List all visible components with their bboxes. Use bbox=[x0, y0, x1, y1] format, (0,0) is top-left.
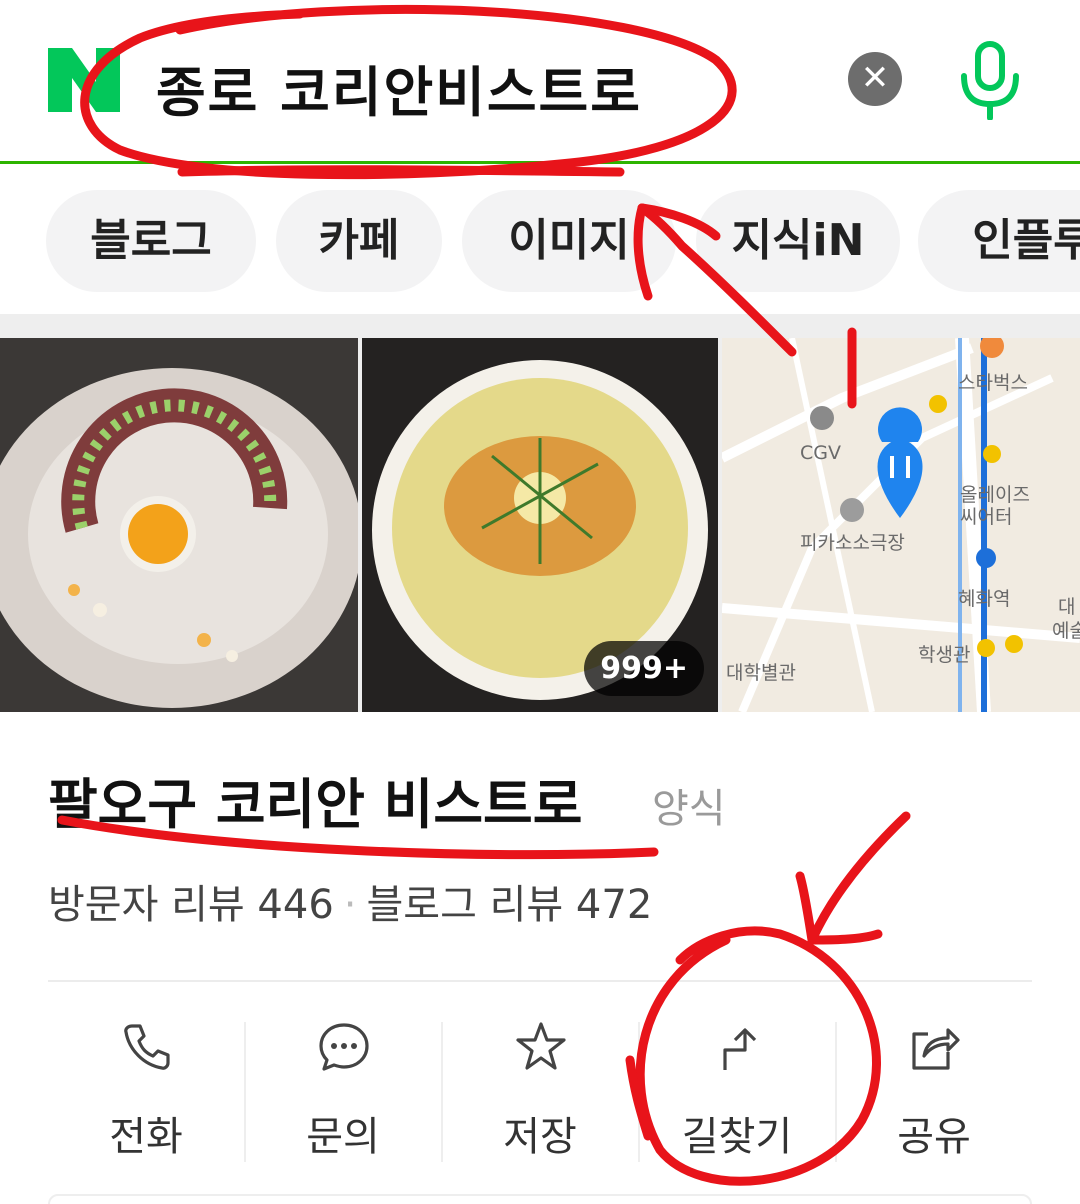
place-media-strip: 999+ 스타벅스 CGV 올레이즈 씨어터 피카소소극장 혜화역 학생관 대학… bbox=[0, 314, 1080, 712]
directions-arrow-icon bbox=[723, 1028, 757, 1070]
section-divider bbox=[48, 980, 1032, 982]
map-label-hyehwa-station: 혜화역 bbox=[958, 588, 1011, 610]
call-label: 전화 bbox=[109, 1114, 183, 1160]
inquiry-label: 문의 bbox=[306, 1114, 380, 1160]
place-category: 양식 bbox=[652, 786, 726, 832]
star-icon bbox=[516, 1022, 566, 1070]
tab-blog[interactable]: 블로그 bbox=[46, 190, 256, 292]
place-map-thumbnail[interactable]: 스타벅스 CGV 올레이즈 씨어터 피카소소극장 혜화역 학생관 대학별관 대 … bbox=[722, 338, 1080, 712]
place-title[interactable]: 팔오구 코리안 비스트로 bbox=[48, 760, 582, 839]
share-label: 공유 bbox=[897, 1114, 971, 1160]
tab-cafe[interactable]: 카페 bbox=[276, 190, 442, 292]
search-input[interactable]: 종로 코리안비스트로 bbox=[156, 48, 642, 127]
tab-knowledge-in[interactable]: 지식iN bbox=[696, 190, 900, 292]
call-button[interactable]: 전화 bbox=[48, 1016, 244, 1166]
tab-influencer[interactable]: 인플루 bbox=[918, 190, 1080, 292]
directions-label: 길찾기 bbox=[681, 1114, 793, 1160]
map-label-arts: 예술 bbox=[1052, 620, 1080, 642]
place-action-bar: 전화 문의 저장 길찾기 공유 bbox=[48, 1016, 1032, 1166]
next-section-card bbox=[48, 1194, 1032, 1204]
food-photo-gratin[interactable]: 999+ bbox=[362, 338, 718, 712]
save-button[interactable]: 저장 bbox=[442, 1016, 638, 1166]
photo-count-badge: 999+ bbox=[584, 641, 704, 696]
review-counts: 방문자 리뷰 446 · 블로그 리뷰 472 bbox=[48, 872, 652, 930]
map-label-edge: 대 bbox=[1058, 596, 1076, 618]
review-separator: · bbox=[343, 882, 357, 928]
search-header: 종로 코리안비스트로 ✕ bbox=[0, 0, 1080, 164]
microphone-icon[interactable] bbox=[952, 40, 1028, 120]
tab-image[interactable]: 이미지 bbox=[462, 190, 676, 292]
naver-logo-icon[interactable] bbox=[48, 48, 120, 112]
share-button[interactable]: 공유 bbox=[836, 1016, 1032, 1166]
map-label-starbucks: 스타벅스 bbox=[958, 372, 1028, 394]
share-icon bbox=[912, 1028, 960, 1070]
map-label-theater: 올레이즈 씨어터 bbox=[960, 484, 1030, 528]
phone-icon bbox=[124, 1024, 170, 1070]
map-label-student-hall: 학생관 bbox=[918, 644, 971, 666]
visitor-review-link[interactable]: 방문자 리뷰 446 bbox=[48, 882, 334, 928]
map-label-college-hall: 대학별관 bbox=[726, 662, 796, 684]
save-label: 저장 bbox=[503, 1114, 577, 1160]
clear-search-button[interactable]: ✕ bbox=[848, 52, 902, 106]
search-category-tabs: 블로그 카페 이미지 지식iN 인플루 bbox=[0, 190, 1080, 300]
food-photo-yukhoe[interactable] bbox=[0, 338, 358, 712]
inquiry-button[interactable]: 문의 bbox=[245, 1016, 441, 1166]
blog-review-link[interactable]: 블로그 리뷰 472 bbox=[367, 882, 653, 928]
chat-bubble-icon bbox=[319, 1023, 369, 1071]
map-label-cgv: CGV bbox=[800, 442, 841, 464]
map-label-picasso: 피카소소극장 bbox=[800, 532, 905, 554]
directions-button[interactable]: 길찾기 bbox=[639, 1016, 835, 1166]
